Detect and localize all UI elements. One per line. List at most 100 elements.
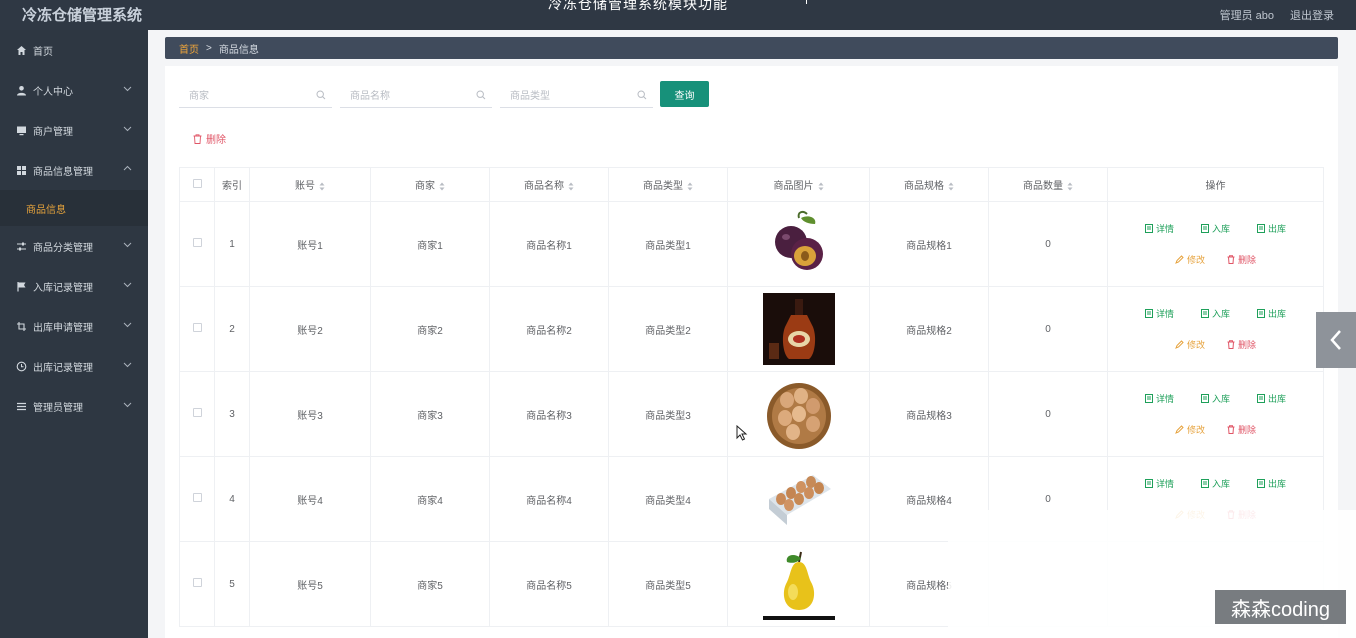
stock-in-label: 入库 xyxy=(1211,479,1230,489)
sidebar-item-outbound-request[interactable]: 出库申请管理 xyxy=(0,306,148,346)
breadcrumb-home-link[interactable]: 首页 xyxy=(179,41,199,56)
delete-button[interactable]: 删除 xyxy=(1227,423,1256,436)
sidebar-item-label: 个人中心 xyxy=(33,86,73,98)
stock-out-label: 出库 xyxy=(1267,224,1286,234)
chevron-down-icon xyxy=(123,242,132,248)
plum-image xyxy=(762,208,835,280)
stock-in-button[interactable]: 入库 xyxy=(1188,307,1244,320)
merchant-cell: 商家1 xyxy=(370,201,490,287)
sliders-icon xyxy=(16,241,27,252)
sidebar-item-product-info[interactable]: 商品信息管理 xyxy=(0,150,148,190)
row-checkbox[interactable] xyxy=(192,578,202,587)
sidebar-item-label: 商品信息管理 xyxy=(33,166,93,178)
product-name-cell: 商品名称4 xyxy=(489,456,609,542)
chevron-down-icon xyxy=(123,322,132,328)
product-name-search-input[interactable]: 商品名称 xyxy=(340,81,492,108)
stock-in-button[interactable]: 入库 xyxy=(1188,477,1244,490)
stock-out-button[interactable]: 出库 xyxy=(1244,477,1300,490)
delete-button[interactable]: 删除 xyxy=(1227,253,1256,266)
edit-button[interactable]: 修改 xyxy=(1175,338,1205,351)
select-all-checkbox[interactable] xyxy=(192,178,202,188)
stock-out-button[interactable]: 出库 xyxy=(1244,392,1300,405)
row-checkbox[interactable] xyxy=(192,238,202,247)
sidebar-item-admins[interactable]: 管理员管理 xyxy=(0,386,148,426)
spec-cell: 商品规格2 xyxy=(869,286,989,372)
product-type-cell: 商品类型1 xyxy=(608,201,728,287)
watermark: 森森coding xyxy=(1215,590,1346,624)
stock-in-button[interactable]: 入库 xyxy=(1188,222,1244,235)
product-name-cell: 商品名称3 xyxy=(489,371,609,457)
account-cell: 账号1 xyxy=(249,201,371,287)
column-header-sortable[interactable]: 商品名称 xyxy=(489,167,609,202)
edit-button[interactable]: 修改 xyxy=(1175,253,1205,266)
sidebar-item-home[interactable]: 首页 xyxy=(0,30,148,70)
column-header-label: 商品名称 xyxy=(524,181,564,192)
delete-button[interactable]: 删除 xyxy=(1227,338,1256,351)
spec-cell: 商品规格1 xyxy=(869,201,989,287)
search-icon xyxy=(637,90,647,100)
document-icon xyxy=(1256,309,1265,318)
side-collapse-tab[interactable] xyxy=(1316,312,1356,368)
column-header-sortable[interactable]: 商品数量 xyxy=(988,167,1108,202)
product-type-cell: 商品类型3 xyxy=(608,371,728,457)
row-checkbox[interactable] xyxy=(192,493,202,502)
top-header: 冷冻仓储管理系统 冷冻仓储管理系统模块功能 管理员 abo 退出登录 xyxy=(0,0,1356,30)
chevron-down-icon xyxy=(123,126,132,132)
batch-delete-button[interactable]: 删除 xyxy=(193,131,226,146)
stock-out-label: 出库 xyxy=(1267,479,1286,489)
row-checkbox[interactable] xyxy=(192,408,202,417)
row-checkbox[interactable] xyxy=(192,323,202,332)
merchant-search-input[interactable]: 商家 xyxy=(179,81,332,108)
row-select-cell xyxy=(179,286,215,372)
detail-button[interactable]: 详情 xyxy=(1132,392,1188,405)
index-cell: 3 xyxy=(214,371,250,457)
column-header-sortable[interactable]: 账号 xyxy=(249,167,371,202)
sidebar-item-outbound-records[interactable]: 出库记录管理 xyxy=(0,346,148,386)
sidebar-subitem-product-info[interactable]: 商品信息 xyxy=(0,190,148,226)
table-header-row: 索引 账号 商家 商品名称 商品类型 商品图片 商品规格 商品数量 操作 xyxy=(179,167,1324,202)
grid-icon xyxy=(16,165,27,176)
column-header-label: 商品类型 xyxy=(643,181,683,192)
logout-link[interactable]: 退出登录 xyxy=(1290,7,1334,23)
product-type-search-input[interactable]: 商品类型 xyxy=(500,81,653,108)
merchant-cell: 商家2 xyxy=(370,286,490,372)
query-button[interactable]: 查询 xyxy=(660,81,709,107)
index-cell: 1 xyxy=(214,201,250,287)
spec-cell: 商品规格3 xyxy=(869,371,989,457)
column-header: 操作 xyxy=(1107,167,1324,202)
sidebar-item-profile[interactable]: 个人中心 xyxy=(0,70,148,110)
document-icon xyxy=(1256,224,1265,233)
product-image-cell xyxy=(727,286,870,372)
trash-icon xyxy=(1227,255,1235,264)
detail-button[interactable]: 详情 xyxy=(1132,477,1188,490)
actions-cell: 详情 入库 出库 修改 删除 xyxy=(1107,201,1324,287)
detail-button[interactable]: 详情 xyxy=(1132,307,1188,320)
chevron-left-icon xyxy=(1330,330,1341,350)
sort-icon xyxy=(818,182,823,191)
column-header-sortable[interactable]: 商家 xyxy=(370,167,490,202)
sidebar-item-stock-in[interactable]: 入库记录管理 xyxy=(0,266,148,306)
column-header-sortable[interactable]: 商品类型 xyxy=(608,167,728,202)
account-cell: 账号5 xyxy=(249,541,371,627)
detail-button[interactable]: 详情 xyxy=(1132,222,1188,235)
product-type-cell: 商品类型5 xyxy=(608,541,728,627)
edit-button[interactable]: 修改 xyxy=(1175,423,1205,436)
select-all-cell xyxy=(179,167,215,202)
document-icon xyxy=(1200,479,1209,488)
account-cell: 账号4 xyxy=(249,456,371,542)
delete-label: 删除 xyxy=(1238,425,1257,435)
table-row: 3 账号3 商家3 商品名称3 商品类型3 商品规格3 0 详情 入库 出库 修… xyxy=(179,371,1324,457)
column-header-label: 商品图片 xyxy=(773,181,814,192)
delete-label: 删除 xyxy=(1238,340,1257,350)
product-image-cell xyxy=(727,371,870,457)
stock-out-button[interactable]: 出库 xyxy=(1244,222,1300,235)
column-header-sortable[interactable]: 商品规格 xyxy=(869,167,989,202)
column-header-label: 商品数量 xyxy=(1023,181,1063,192)
stock-in-button[interactable]: 入库 xyxy=(1188,392,1244,405)
sidebar-item-merchants[interactable]: 商户管理 xyxy=(0,110,148,150)
column-header-label: 商品规格 xyxy=(904,181,944,192)
stock-out-button[interactable]: 出库 xyxy=(1244,307,1300,320)
column-header-sortable[interactable]: 商品图片 xyxy=(727,167,870,202)
sidebar-item-category[interactable]: 商品分类管理 xyxy=(0,226,148,266)
crop-icon xyxy=(16,321,27,332)
